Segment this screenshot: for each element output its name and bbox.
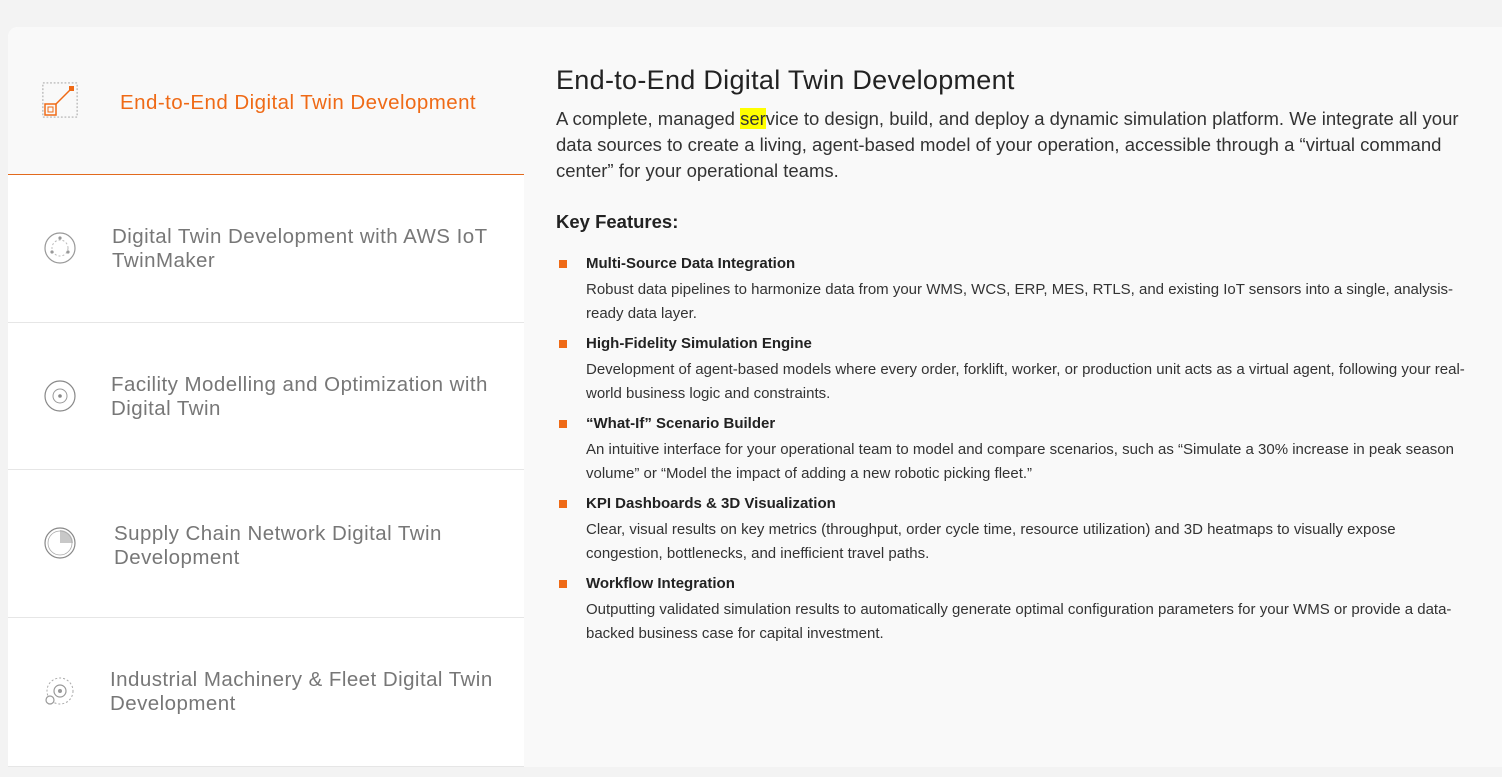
square-bullet-icon [559, 260, 567, 268]
tab-label: Digital Twin Development with AWS IoT Tw… [112, 225, 488, 272]
feature-item: Workflow Integration Outputting validate… [556, 574, 1476, 654]
key-features-heading: Key Features: [556, 211, 679, 232]
feature-title: Multi-Source Data Integration [586, 255, 796, 272]
description-highlight: ser [740, 108, 766, 129]
feature-description: An intuitive interface for your operatio… [586, 441, 1454, 482]
feature-item: Multi-Source Data Integration Robust dat… [556, 254, 1476, 334]
gear-circles-icon [45, 677, 74, 705]
feature-item: High-Fidelity Simulation Engine Developm… [556, 334, 1476, 414]
tab-end-to-end-digital-twin[interactable]: End-to-End Digital Twin Development [8, 27, 524, 175]
feature-title: Workflow Integration [586, 575, 735, 592]
service-tab-list: End-to-End Digital Twin Development Digi… [8, 27, 524, 767]
tab-label: End-to-End Digital Twin Development [120, 91, 477, 114]
feature-item: KPI Dashboards & 3D Visualization Clear,… [556, 494, 1476, 574]
services-panel: End-to-End Digital Twin Development Digi… [8, 27, 1502, 767]
tab-facility-modelling[interactable]: Facility Modelling and Optimization with… [8, 323, 524, 470]
tab-label: Supply Chain Network Digital Twin Develo… [114, 522, 442, 569]
feature-item: “What-If” Scenario Builder An intuitive … [556, 414, 1476, 494]
dotted-circle-icon [44, 232, 76, 264]
feature-description: Clear, visual results on key metrics (th… [586, 521, 1396, 562]
square-bullet-icon [559, 500, 567, 508]
square-bullet-icon [559, 340, 567, 348]
diagonal-arrow-square-icon [42, 82, 78, 118]
feature-title: “What-If” Scenario Builder [586, 415, 776, 432]
tab-supply-chain-network[interactable]: Supply Chain Network Digital Twin Develo… [8, 470, 524, 618]
feature-description: Development of agent-based models where … [586, 361, 1465, 402]
feature-title: KPI Dashboards & 3D Visualization [586, 495, 836, 512]
feature-description: Outputting validated simulation results … [586, 601, 1452, 642]
service-detail: End-to-End Digital Twin Development A co… [556, 63, 1476, 654]
target-circle-icon [44, 380, 76, 412]
tab-aws-iot-twinmaker[interactable]: Digital Twin Development with AWS IoT Tw… [8, 175, 524, 323]
tab-industrial-machinery-fleet[interactable]: Industrial Machinery & Fleet Digital Twi… [8, 618, 524, 767]
tab-label: Industrial Machinery & Fleet Digital Twi… [110, 668, 493, 715]
square-bullet-icon [559, 420, 567, 428]
detail-title: End-to-End Digital Twin Development [556, 65, 1015, 95]
quarter-pie-icon [44, 527, 76, 559]
tab-label: Facility Modelling and Optimization with… [111, 373, 488, 420]
detail-description: A complete, managed service to design, b… [556, 106, 1476, 184]
feature-title: High-Fidelity Simulation Engine [586, 335, 812, 352]
square-bullet-icon [559, 580, 567, 588]
feature-description: Robust data pipelines to harmonize data … [586, 281, 1454, 322]
description-text: A complete, managed [556, 108, 741, 129]
features-list: Multi-Source Data Integration Robust dat… [556, 254, 1476, 654]
